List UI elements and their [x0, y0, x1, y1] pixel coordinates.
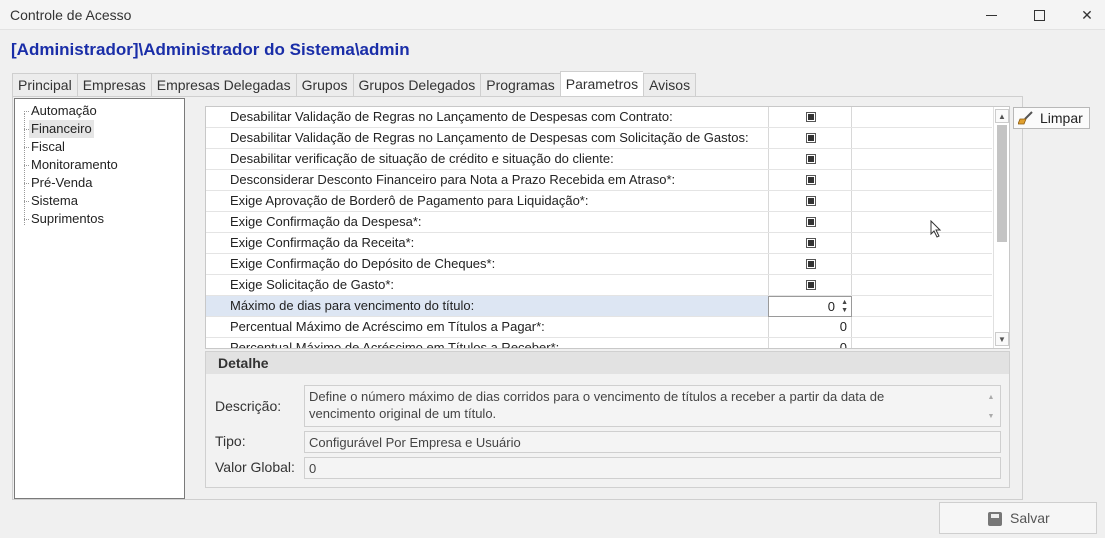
tab-avisos[interactable]: Avisos	[643, 73, 697, 98]
spin-down-icon[interactable]: ▼	[841, 307, 848, 314]
param-label: Desabilitar Validação de Regras no Lança…	[206, 128, 769, 148]
broom-icon	[1018, 111, 1033, 125]
param-label: Percentual Máximo de Acréscimo em Título…	[206, 338, 769, 348]
param-label: Exige Solicitação de Gasto*:	[206, 275, 769, 295]
param-checkbox[interactable]	[806, 217, 816, 227]
param-label: Exige Aprovação de Borderô de Pagamento …	[206, 191, 769, 211]
user-heading: [Administrador]\Administrador do Sistema…	[11, 40, 410, 59]
detail-header: Detalhe	[206, 352, 1009, 374]
param-label: Exige Confirmação da Receita*:	[206, 233, 769, 253]
param-checkbox[interactable]	[806, 112, 816, 122]
tab-empresas-delegadas[interactable]: Empresas Delegadas	[150, 73, 296, 98]
salvar-label: Salvar	[1010, 510, 1050, 526]
param-value	[769, 275, 852, 295]
minimize-button[interactable]	[968, 0, 1014, 30]
param-value[interactable]: 0	[769, 338, 852, 348]
param-value	[769, 149, 852, 169]
category-tree[interactable]: Automação Financeiro Fiscal Monitorament…	[14, 98, 185, 499]
close-icon: ✕	[1081, 6, 1093, 23]
scroll-down-icon[interactable]: ▼	[995, 332, 1009, 346]
close-button[interactable]: ✕	[1064, 0, 1105, 30]
tipo-label: Tipo:	[215, 433, 246, 449]
param-label: Máximo de dias para vencimento do título…	[206, 296, 769, 316]
spin-value: 0	[827, 299, 835, 314]
param-label: Percentual Máximo de Acréscimo em Título…	[206, 317, 769, 337]
limpar-label: Limpar	[1040, 110, 1083, 126]
tree-item-monitoramento[interactable]: Monitoramento	[29, 156, 120, 174]
param-label: Desabilitar verificação de situação de c…	[206, 149, 769, 169]
descricao-field: Define o número máximo de dias corridos …	[304, 385, 1001, 427]
tab-bar: Principal Empresas Empresas Delegadas Gr…	[12, 71, 697, 98]
days-spin-input[interactable]: 0 ▲ ▼	[768, 296, 852, 317]
scroll-thumb[interactable]	[997, 125, 1007, 242]
descricao-text-line1: Define o número máximo de dias corridos …	[309, 389, 885, 404]
param-row: Desabilitar Validação de Regras no Lança…	[206, 107, 992, 128]
scroll-up-icon[interactable]: ▲	[984, 388, 998, 407]
tree-item-sistema[interactable]: Sistema	[29, 192, 80, 210]
param-checkbox[interactable]	[806, 259, 816, 269]
tab-grupos[interactable]: Grupos	[295, 73, 353, 98]
minimize-icon	[985, 14, 997, 16]
param-row: Desconsiderar Desconto Financeiro para N…	[206, 170, 992, 191]
param-value	[769, 170, 852, 190]
tree-item-suprimentos[interactable]: Suprimentos	[29, 210, 106, 228]
mouse-cursor-icon	[930, 220, 942, 238]
salvar-button[interactable]: Salvar	[939, 502, 1097, 534]
param-checkbox[interactable]	[806, 175, 816, 185]
param-label: Exige Confirmação do Depósito de Cheques…	[206, 254, 769, 274]
param-row: Exige Confirmação da Despesa*:	[206, 212, 992, 233]
detail-panel: Detalhe Descrição: Define o número máxim…	[205, 351, 1010, 488]
limpar-button[interactable]: Limpar	[1013, 107, 1090, 129]
param-row: Exige Aprovação de Borderô de Pagamento …	[206, 191, 992, 212]
param-value[interactable]: 0	[769, 317, 852, 337]
tree-item-pre-venda[interactable]: Pré-Venda	[29, 174, 94, 192]
param-row-selected: Máximo de dias para vencimento do título…	[206, 296, 992, 317]
descricao-label: Descrição:	[215, 398, 282, 414]
scroll-down-icon[interactable]: ▼	[984, 407, 998, 426]
tab-parametros[interactable]: Parametros	[559, 71, 644, 98]
save-icon	[988, 512, 1002, 526]
param-row: Percentual Máximo de Acréscimo em Título…	[206, 338, 992, 348]
param-checkbox[interactable]	[806, 238, 816, 248]
param-checkbox[interactable]	[806, 196, 816, 206]
descricao-text-line2: vencimento original de um título.	[309, 406, 497, 421]
param-checkbox[interactable]	[806, 280, 816, 290]
param-value	[769, 212, 852, 232]
param-label: Desabilitar Validação de Regras no Lança…	[206, 107, 769, 127]
window-title: Controle de Acesso	[10, 7, 132, 23]
valor-global-field: 0	[304, 457, 1001, 479]
param-value	[769, 233, 852, 253]
param-checkbox[interactable]	[806, 154, 816, 164]
tipo-field: Configurável Por Empresa e Usuário	[304, 431, 1001, 453]
param-value	[769, 128, 852, 148]
param-value	[769, 254, 852, 274]
param-value	[769, 107, 852, 127]
param-row: Desabilitar Validação de Regras no Lança…	[206, 128, 992, 149]
spin-up-icon[interactable]: ▲	[841, 299, 848, 306]
tab-empresas[interactable]: Empresas	[76, 73, 151, 98]
param-row: Exige Confirmação da Receita*:	[206, 233, 992, 254]
param-row: Percentual Máximo de Acréscimo em Título…	[206, 317, 992, 338]
tree-item-fiscal[interactable]: Fiscal	[29, 138, 67, 156]
scroll-up-icon[interactable]: ▲	[995, 109, 1009, 123]
valor-global-label: Valor Global:	[215, 459, 295, 475]
maximize-icon	[1033, 9, 1045, 21]
tab-principal[interactable]: Principal	[12, 73, 77, 98]
param-value	[769, 191, 852, 211]
tab-programas[interactable]: Programas	[480, 73, 560, 98]
title-bar: Controle de Acesso ✕	[0, 0, 1105, 30]
descricao-scrollbar[interactable]: ▲ ▼	[984, 388, 998, 426]
grid-scrollbar[interactable]: ▲ ▼	[993, 107, 1009, 348]
maximize-button[interactable]	[1016, 0, 1062, 30]
tree-item-financeiro[interactable]: Financeiro	[29, 120, 94, 138]
tab-grupos-delegados[interactable]: Grupos Delegados	[352, 73, 481, 98]
parameter-grid: Desabilitar Validação de Regras no Lança…	[205, 106, 1010, 349]
tree-item-automacao[interactable]: Automação	[29, 102, 99, 120]
param-label: Exige Confirmação da Despesa*:	[206, 212, 769, 232]
param-row: Exige Confirmação do Depósito de Cheques…	[206, 254, 992, 275]
param-label: Desconsiderar Desconto Financeiro para N…	[206, 170, 769, 190]
param-row: Exige Solicitação de Gasto*:	[206, 275, 992, 296]
param-checkbox[interactable]	[806, 133, 816, 143]
param-row: Desabilitar verificação de situação de c…	[206, 149, 992, 170]
